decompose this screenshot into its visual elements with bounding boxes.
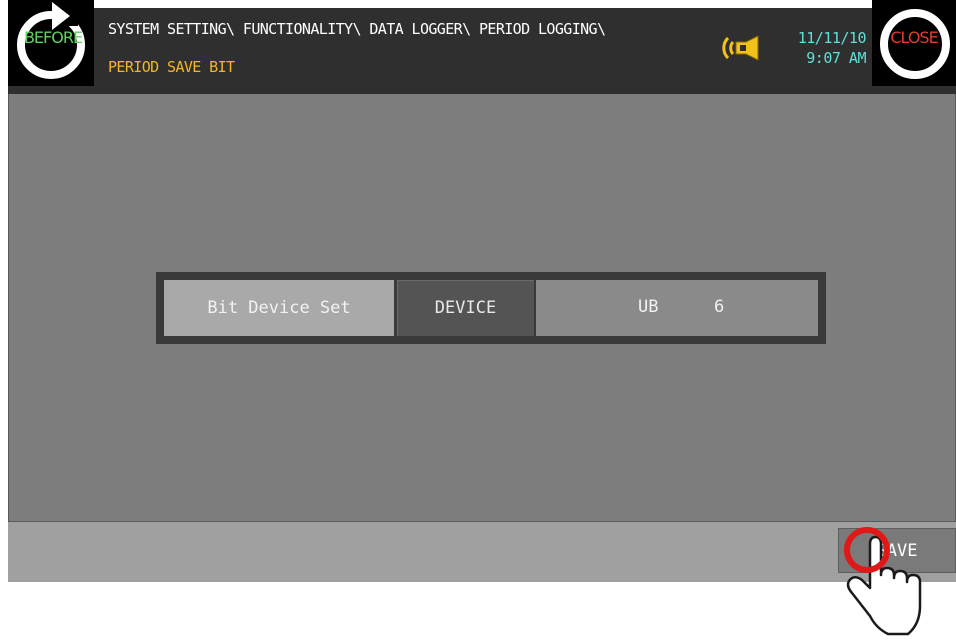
device-address-field[interactable]: UB 6 [536,280,818,336]
before-button[interactable]: BEFORE [8,0,94,86]
page-title: PERIOD SAVE BIT [108,58,235,76]
before-label: BEFORE [23,28,83,47]
datetime-display: 11/11/10 9:07 AM [776,28,867,68]
time-text: 9:07 AM [806,49,866,67]
footer-bar [8,521,956,582]
breadcrumb-path: SYSTEM SETTING\ FUNCTIONALITY\ DATA LOGG… [108,20,606,38]
bit-device-set-label: Bit Device Set [164,280,394,336]
device-name-value: UB [638,297,659,317]
date-text: 11/11/10 [797,29,867,47]
device-button[interactable]: DEVICE [397,280,534,336]
speaker-icon[interactable] [722,34,770,62]
close-button[interactable]: CLOSE [872,0,956,86]
tap-hand-icon [844,527,922,636]
close-label: CLOSE [890,28,938,47]
device-number-value: 6 [714,297,725,317]
